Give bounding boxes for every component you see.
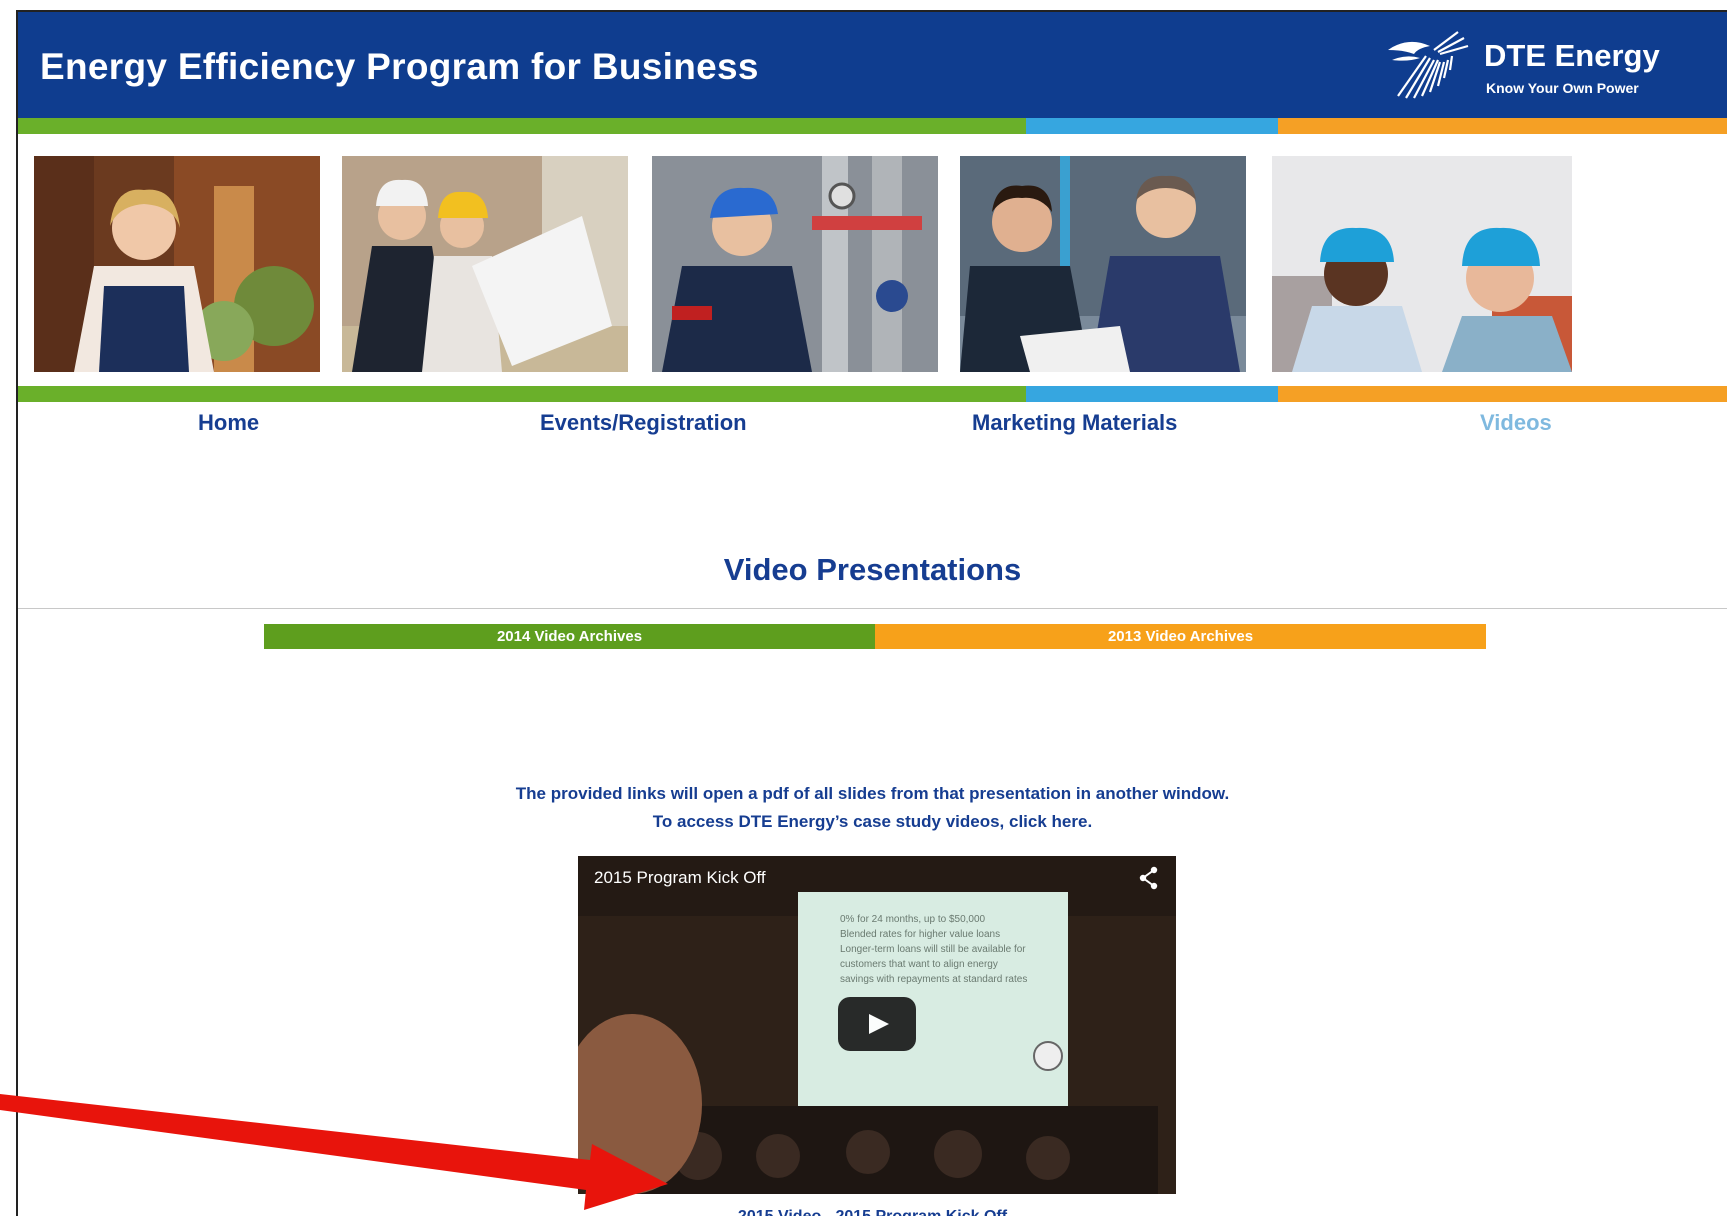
photo-banner — [34, 156, 1727, 372]
photo-waitress — [34, 156, 320, 372]
logo-name: DTE Energy — [1484, 38, 1660, 73]
nav-marketing-materials[interactable]: Marketing Materials — [972, 410, 1177, 436]
archive-2013-tab[interactable]: 2013 Video Archives — [875, 624, 1486, 649]
archive-2014-tab[interactable]: 2014 Video Archives — [264, 624, 875, 649]
color-stripe-top — [18, 118, 1727, 134]
color-stripe-bottom — [18, 386, 1727, 402]
slide-line: savings with repayments at standard rate… — [840, 974, 1028, 985]
main-nav: Home Events/Registration Marketing Mater… — [18, 410, 1727, 450]
nav-events-registration[interactable]: Events/Registration — [540, 410, 747, 436]
red-arrow-icon — [0, 1094, 668, 1210]
video-title: 2015 Program Kick Off — [594, 868, 766, 887]
logo-tagline: Know Your Own Power — [1486, 80, 1639, 96]
dte-sunburst-icon — [1388, 31, 1469, 99]
nav-home[interactable]: Home — [198, 410, 259, 436]
photo-construction-workers — [1272, 156, 1572, 372]
slide-text: 0% for 24 months, up to $50,000 Blended … — [840, 912, 1070, 987]
slide-line: customers that want to align energy — [840, 959, 998, 970]
archive-tabs: 2014 Video Archives 2013 Video Archives — [264, 624, 1486, 649]
slide-line: Blended rates for higher value loans — [840, 929, 1001, 940]
site-header: Energy Efficiency Program for Business D… — [18, 12, 1727, 118]
section-title: Video Presentations — [723, 552, 1022, 587]
photo-engineers-blueprint — [342, 156, 628, 372]
page-title: Energy Efficiency Program for Business — [40, 46, 759, 87]
case-study-link[interactable]: To access DTE Energy’s case study videos… — [18, 812, 1727, 832]
dte-logo[interactable]: DTE Energy Know Your Own Power — [1378, 26, 1718, 106]
share-icon[interactable] — [1138, 866, 1160, 890]
section-divider — [18, 608, 1727, 609]
play-icon[interactable] — [838, 997, 916, 1051]
photo-workers-factory — [960, 156, 1246, 372]
slide-line: 0% for 24 months, up to $50,000 — [840, 914, 986, 925]
photo-technician-boiler — [652, 156, 938, 372]
info-line-1: The provided links will open a pdf of al… — [515, 784, 1230, 803]
nav-videos[interactable]: Videos — [1480, 410, 1552, 436]
slide-line: Longer-term loans will still be availabl… — [840, 944, 1026, 955]
browser-frame: Energy Efficiency Program for Business D… — [16, 10, 1727, 1216]
